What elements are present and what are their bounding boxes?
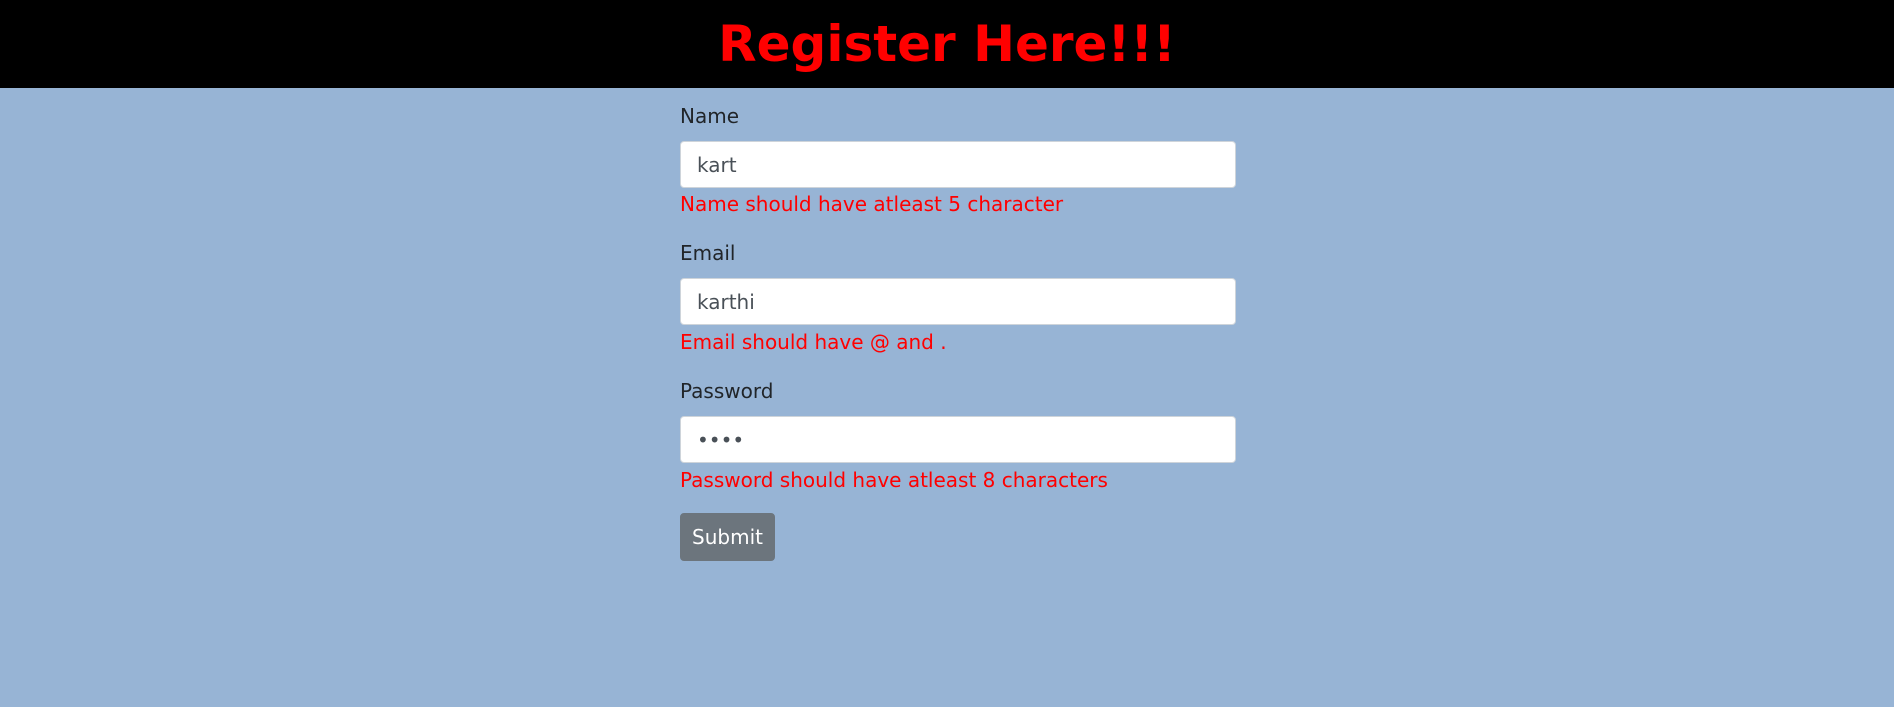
password-label: Password: [680, 379, 774, 403]
password-input-value: ••••: [697, 427, 745, 452]
name-label: Name: [680, 104, 740, 128]
name-input-value: kart: [697, 152, 737, 177]
submit-button[interactable]: Submit: [680, 513, 775, 561]
password-error: Password should have atleast 8 character…: [680, 468, 1108, 492]
name-error: Name should have atleast 5 character: [680, 192, 1064, 216]
email-error: Email should have @ and .: [680, 330, 947, 354]
name-input[interactable]: kart: [680, 141, 1236, 188]
email-label: Email: [680, 241, 736, 265]
password-input[interactable]: ••••: [680, 416, 1236, 463]
page-title: Register Here!!!: [718, 15, 1176, 73]
email-input[interactable]: karthi: [680, 278, 1236, 325]
page-header: Register Here!!!: [0, 0, 1894, 88]
email-input-value: karthi: [697, 289, 755, 314]
